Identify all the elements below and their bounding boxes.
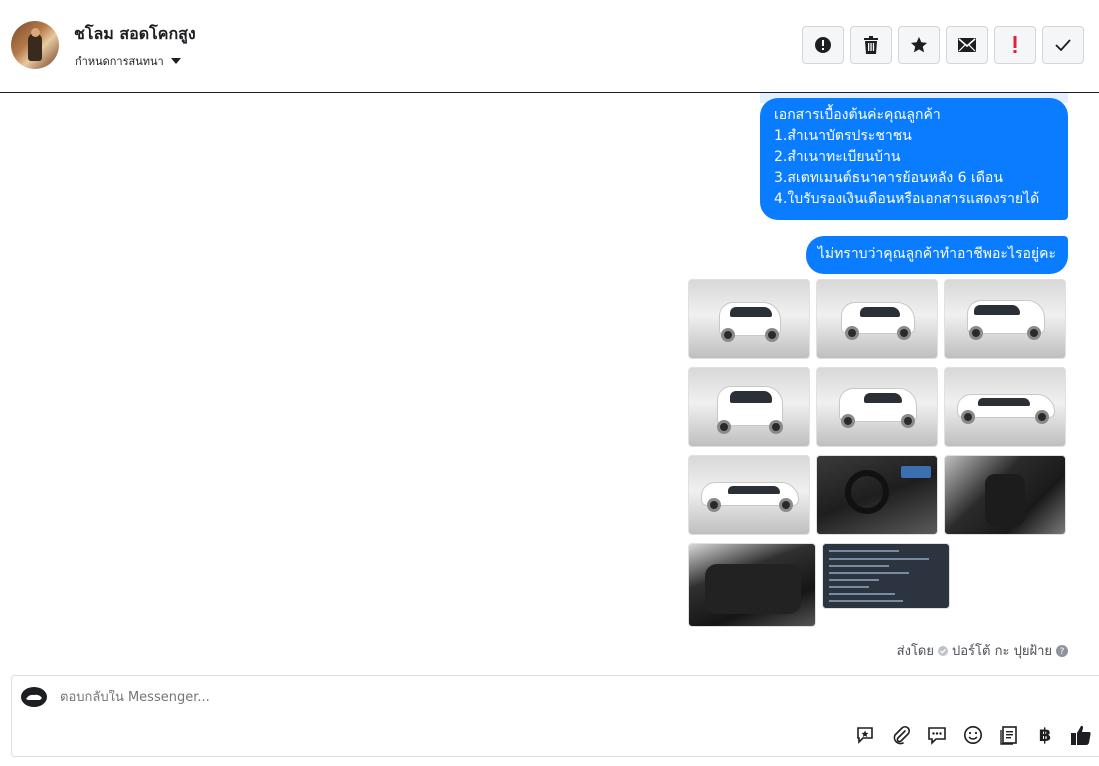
mark-done-button[interactable] — [1042, 26, 1084, 64]
conversation-header: ชโลม สอดโคกสูง กำหนดการสนทนา — [0, 0, 1099, 93]
car-photo[interactable] — [944, 367, 1066, 447]
message-line: เอกสารเบื้องต้นค่ะคุณลูกค้า — [774, 107, 941, 123]
emoji-icon — [964, 726, 982, 744]
message-bubble-documents[interactable]: เอกสารเบื้องต้นค่ะคุณลูกค้า 1.สำเนาบัตรป… — [760, 98, 1068, 220]
check-icon — [1055, 39, 1071, 51]
baht-icon: ฿ — [1038, 724, 1052, 746]
template-button[interactable] — [997, 723, 1021, 747]
caret-down-icon — [170, 58, 181, 64]
emoji-button[interactable] — [961, 723, 985, 747]
delete-button[interactable] — [850, 26, 892, 64]
rear-seat-shape — [705, 564, 801, 614]
svg-text:?: ? — [1060, 647, 1065, 657]
thumbs-up-icon — [1071, 725, 1091, 745]
message-thread: เอกสารเบื้องต้นค่ะคุณลูกค้า 1.สำเนาบัตรป… — [0, 93, 1099, 663]
page-avatar — [21, 687, 47, 707]
contact-avatar[interactable] — [11, 21, 59, 69]
follow-up-button[interactable] — [994, 26, 1036, 64]
car-photo[interactable] — [944, 279, 1066, 359]
help-icon[interactable]: ? — [1056, 644, 1068, 657]
sent-by: ส่งโดย ปอร์โต้ กะ ปุยฝ้าย ? — [897, 640, 1068, 661]
envelope-icon — [958, 38, 976, 52]
spam-button[interactable] — [802, 26, 844, 64]
interior-photo[interactable] — [944, 455, 1066, 535]
sticker-icon — [857, 727, 873, 744]
conversation-settings-dropdown[interactable]: กำหนดการสนทนา — [75, 52, 181, 70]
interior-photo[interactable] — [816, 455, 938, 535]
star-button[interactable] — [898, 26, 940, 64]
dashboard-display — [901, 466, 931, 478]
attachment-button[interactable] — [889, 723, 913, 747]
sent-by-name[interactable]: ปอร์โต้ กะ ปุยฝ้าย — [952, 640, 1052, 661]
document-screenshot[interactable] — [822, 543, 950, 609]
reply-input[interactable] — [60, 690, 760, 705]
like-button[interactable] — [1069, 723, 1093, 747]
reply-composer: ฿ — [11, 675, 1099, 757]
avatar-head — [31, 28, 40, 37]
seat-shape — [985, 474, 1025, 526]
conversation-settings-label: กำหนดการสนทนา — [75, 55, 164, 68]
car-photo[interactable] — [688, 367, 810, 447]
contact-name[interactable]: ชโลม สอดโคกสูง — [74, 22, 196, 47]
saved-reply-button[interactable] — [925, 723, 949, 747]
alert-circle-icon — [815, 37, 831, 53]
trash-icon — [864, 36, 878, 54]
sticker-button[interactable] — [853, 723, 877, 747]
star-icon — [910, 36, 928, 53]
car-photo[interactable] — [816, 367, 938, 447]
interior-photo[interactable] — [688, 543, 816, 627]
message-line: 3.สเตทเมนต์ธนาคารย้อนหลัง 6 เดือน — [774, 170, 1003, 186]
avatar-figure — [28, 33, 42, 61]
message-line: 2.สำเนาทะเบียนบ้าน — [774, 149, 901, 165]
exclamation-icon — [1013, 36, 1017, 53]
attachment-icon — [893, 725, 911, 745]
message-line: 1.สำเนาบัตรประชาชน — [774, 128, 912, 144]
car-photo[interactable] — [688, 455, 810, 535]
mark-unread-button[interactable] — [946, 26, 988, 64]
template-icon — [1000, 726, 1017, 745]
saved-reply-icon — [928, 727, 946, 745]
message-bubble-question[interactable]: ไม่ทราบว่าคุณลูกค้าทำอาชีพอะไรอยู่คะ — [805, 236, 1068, 274]
sent-by-prefix: ส่งโดย — [896, 644, 934, 659]
payment-button[interactable]: ฿ — [1033, 723, 1057, 747]
message-line: 4.ใบรับรองเงินเดือนหรือเอกสารแสดงรายได้ — [774, 191, 1040, 207]
steering-wheel — [845, 470, 889, 514]
car-photo[interactable] — [688, 279, 810, 359]
check-circle-icon — [938, 645, 948, 656]
car-photo[interactable] — [816, 279, 938, 359]
page-logo-icon — [26, 694, 42, 700]
